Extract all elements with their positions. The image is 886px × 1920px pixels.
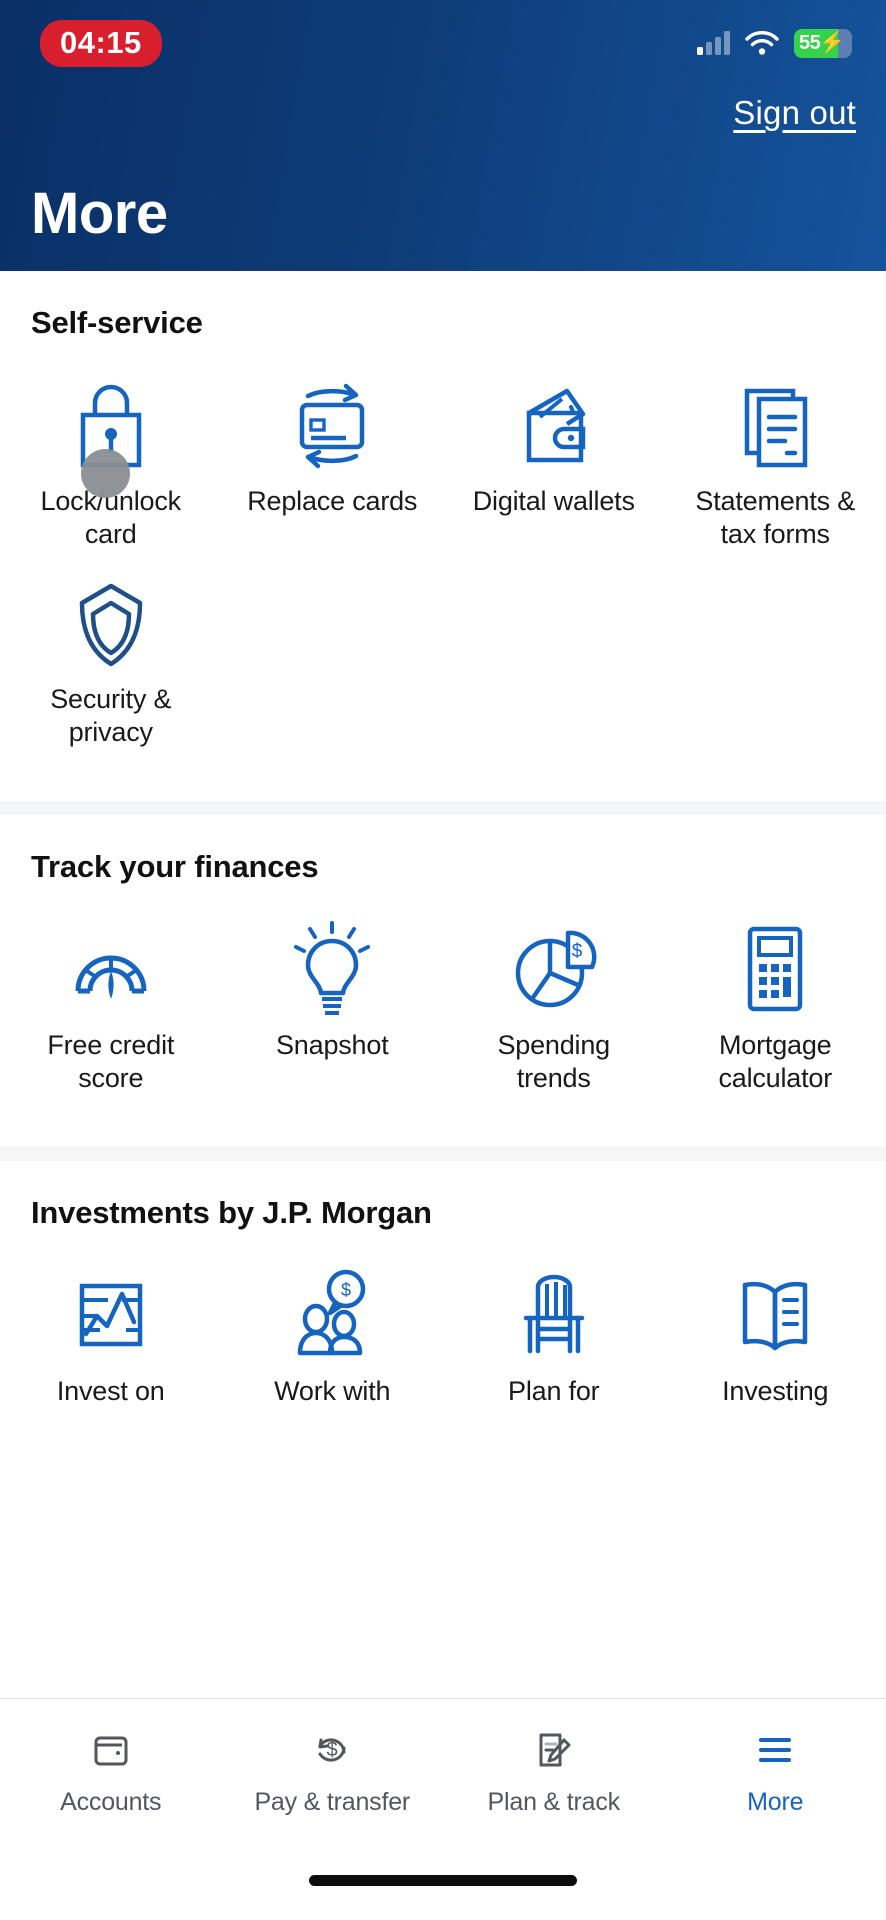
calculator-icon (731, 919, 819, 1019)
section-track-your-finances: Track your finances Free credit score Sn… (0, 814, 886, 1147)
track-finances-grid: Free credit score Snapshot $ Spending tr… (0, 919, 886, 1117)
document-pencil-tab-icon (531, 1721, 577, 1779)
tile-label: Mortgage calculator (718, 1029, 833, 1093)
section-self-service: Self-service Lock/unlock card Replace ca… (0, 271, 886, 801)
tile-replace-cards[interactable]: Replace cards (222, 375, 444, 551)
section-title-investments: Investments by J.P. Morgan (31, 1194, 432, 1230)
tile-mortgage-calculator[interactable]: Mortgage calculator (665, 919, 886, 1095)
charging-bolt-icon: ⚡ (819, 31, 846, 54)
tab-label: More (747, 1788, 804, 1816)
tile-label: Lock/unlock card (40, 486, 182, 549)
documents-icon (729, 375, 821, 475)
padlock-icon (65, 375, 157, 475)
dollar-refresh-tab-icon: $ (308, 1721, 356, 1779)
chair-icon (508, 1265, 600, 1365)
status-indicators: 55 ⚡ (697, 28, 852, 58)
tile-label: Statements & tax forms (695, 486, 856, 549)
tile-spending-trends[interactable]: $ Spending trends (443, 919, 665, 1095)
app-root: 04:15 55 ⚡ Sign out More Self-service Lo… (0, 0, 886, 1920)
open-book-icon (727, 1265, 823, 1365)
tile-label: Plan for (508, 1375, 600, 1406)
self-service-grid: Lock/unlock card Replace cards Digital w… (0, 375, 886, 771)
tab-accounts[interactable]: Accounts (0, 1721, 222, 1817)
tile-spacer (665, 573, 886, 749)
wifi-icon (745, 30, 779, 56)
card-refresh-icon (284, 375, 380, 475)
section-divider (0, 1146, 886, 1161)
tab-more[interactable]: More (665, 1721, 886, 1817)
tab-label: Plan & track (487, 1788, 621, 1816)
svg-text:$: $ (341, 1280, 351, 1300)
people-dollar-icon: $ (284, 1265, 380, 1365)
tile-plan-for-retirement[interactable]: Plan for (443, 1265, 665, 1408)
tile-snapshot[interactable]: Snapshot (222, 919, 444, 1095)
section-divider (0, 800, 886, 815)
tile-spacer (443, 573, 665, 749)
tile-lock-unlock-card[interactable]: Lock/unlock card (0, 375, 222, 551)
battery-percent-label: 55 (799, 31, 821, 54)
lightbulb-icon (286, 919, 378, 1019)
wallet-tab-icon (88, 1721, 134, 1779)
cellular-signal-icon (697, 31, 730, 55)
tile-security-privacy[interactable]: Security & privacy (0, 573, 222, 749)
sign-out-link[interactable]: Sign out (733, 94, 856, 132)
investments-grid: Invest on $ Work with Plan for Investing (0, 1265, 886, 1430)
hamburger-tab-icon (752, 1721, 798, 1779)
home-indicator (309, 1875, 577, 1886)
tile-label: Snapshot (276, 1029, 389, 1060)
tile-invest-on-your-own[interactable]: Invest on (0, 1265, 222, 1408)
tab-pay-and-transfer[interactable]: $ Pay & transfer (222, 1721, 444, 1817)
tile-label: Security & privacy (50, 683, 172, 747)
tile-label: Spending trends (497, 1029, 610, 1093)
status-bar: 04:15 55 ⚡ (0, 0, 886, 86)
section-title-self-service: Self-service (31, 305, 203, 340)
line-chart-icon (64, 1265, 158, 1365)
tile-label: Digital wallets (472, 486, 635, 516)
recording-time-pill: 04:15 (40, 19, 162, 67)
tile-label: Invest on (56, 1375, 165, 1406)
battery-icon: 55 ⚡ (794, 28, 852, 58)
wallet-icon (507, 375, 601, 475)
tile-free-credit-score[interactable]: Free credit score (0, 919, 222, 1095)
pie-chart-dollar-icon: $ (506, 919, 602, 1019)
tab-plan-and-track[interactable]: Plan & track (443, 1721, 665, 1817)
section-investments: Investments by J.P. Morgan Invest on $ W… (0, 1160, 886, 1460)
tab-label: Accounts (60, 1788, 162, 1816)
tile-digital-wallets[interactable]: Digital wallets (443, 375, 665, 551)
sign-out-row: Sign out (0, 86, 886, 132)
page-header: 04:15 55 ⚡ Sign out More (0, 0, 886, 271)
tile-label: Replace cards (247, 486, 418, 516)
tile-spacer (222, 573, 444, 749)
tile-label: Investing (722, 1375, 829, 1406)
tile-label: Work with (274, 1375, 391, 1406)
bottom-tab-bar: Accounts $ Pay & transfer Plan & track M… (0, 1698, 886, 1920)
tile-investing-insights[interactable]: Investing (665, 1265, 886, 1408)
svg-text:$: $ (571, 941, 582, 962)
tile-statements-tax-forms[interactable]: Statements & tax forms (665, 375, 886, 551)
gauge-icon (63, 919, 159, 1019)
shield-icon (65, 573, 157, 673)
tile-label: Free credit score (47, 1029, 175, 1093)
page-title: More (31, 181, 168, 246)
tab-label: Pay & transfer (254, 1788, 411, 1816)
section-title-track-finances: Track your finances (31, 848, 319, 884)
svg-text:$: $ (327, 1739, 338, 1761)
tile-work-with-an-advisor[interactable]: $ Work with (222, 1265, 444, 1408)
